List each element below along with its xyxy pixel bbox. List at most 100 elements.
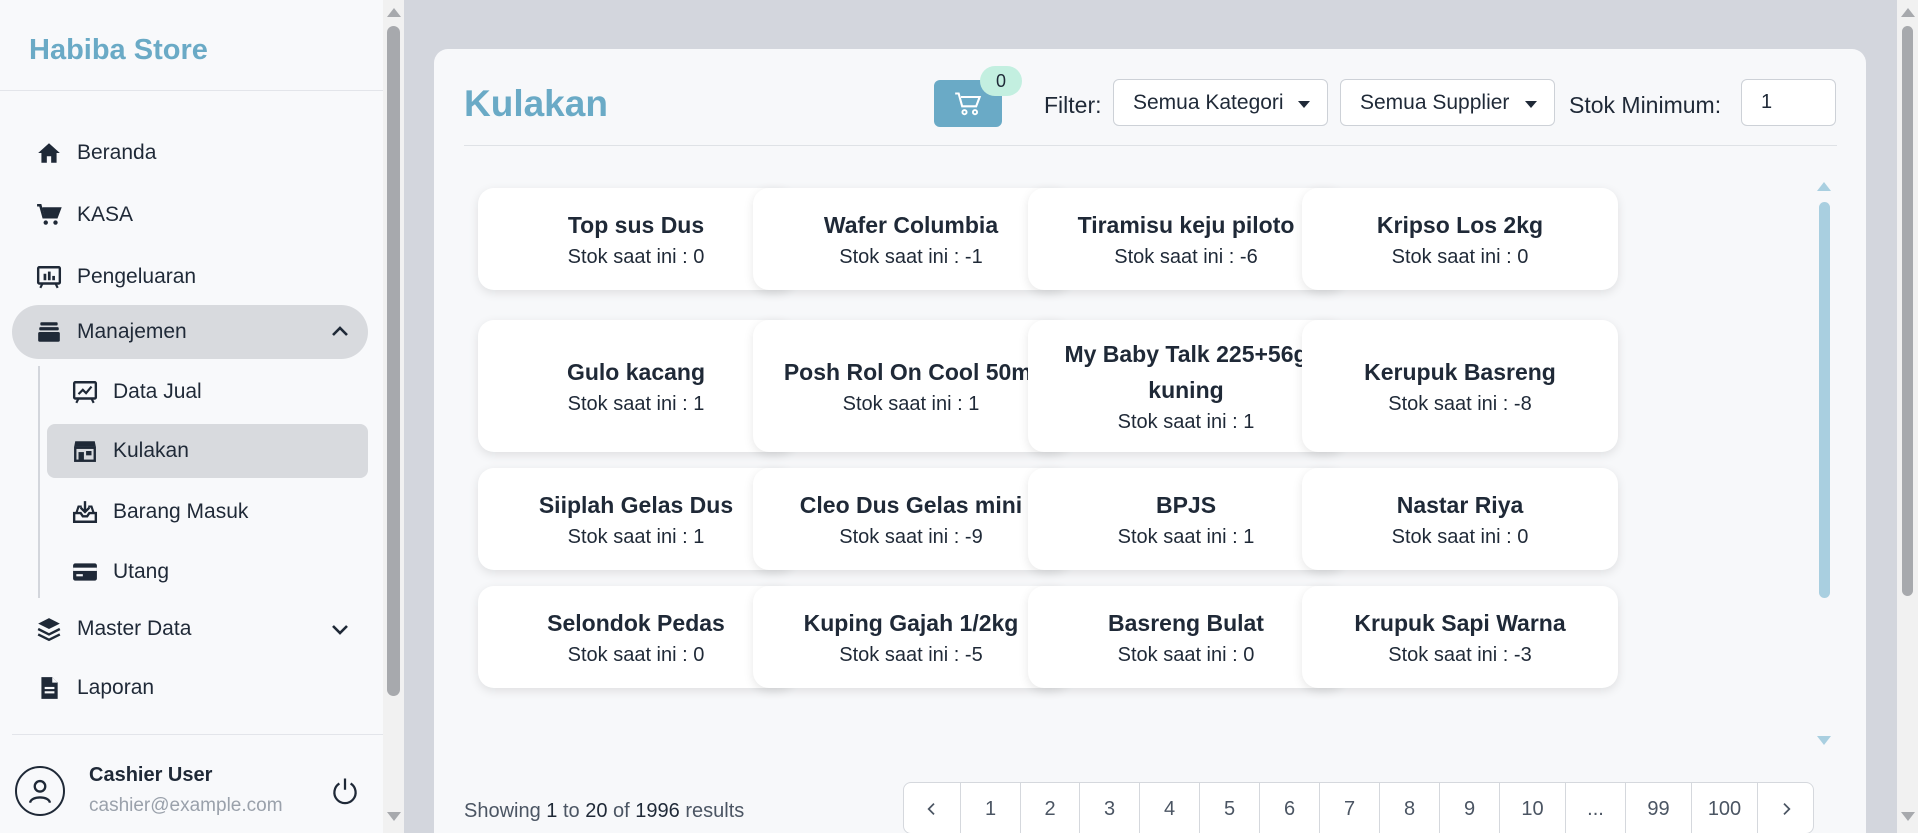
product-grid-scrollbar-thumb[interactable] xyxy=(1819,202,1830,598)
product-stock-label: Stok saat ini : xyxy=(842,393,969,415)
avatar[interactable] xyxy=(15,766,65,816)
page-button[interactable]: 9 xyxy=(1439,783,1499,833)
results-total: 1996 xyxy=(635,800,680,822)
product-card[interactable]: Siiplah Gelas Dus Stok saat ini : 1 xyxy=(478,468,794,570)
cart-icon xyxy=(35,201,63,229)
product-card[interactable]: BPJS Stok saat ini : 1 xyxy=(1028,468,1344,570)
sidebar-scrollbar-thumb[interactable] xyxy=(387,26,400,696)
sidebar-item-data-jual[interactable]: Data Jual xyxy=(47,365,368,419)
page-button[interactable]: 10 xyxy=(1499,783,1565,833)
category-select-value: Semua Kategori xyxy=(1133,90,1284,114)
product-card[interactable]: Basreng Bulat Stok saat ini : 0 xyxy=(1028,586,1344,688)
filter-label: Filter: xyxy=(1044,92,1102,118)
product-card[interactable]: My Baby Talk 225+56g kuning Stok saat ini… xyxy=(1028,320,1344,452)
product-stock-value: -1 xyxy=(964,246,983,268)
sidebar-item-utang[interactable]: Utang xyxy=(47,545,368,599)
stock-minimum-input[interactable] xyxy=(1741,79,1836,126)
sidebar-item-kulakan[interactable]: Kulakan xyxy=(47,424,368,478)
sidebar-item-label: Manajemen xyxy=(77,320,187,343)
product-stock-label: Stok saat ini : xyxy=(839,644,965,666)
next-page-button[interactable] xyxy=(1757,783,1813,833)
sidebar: Habiba Store Beranda KASA Pengeluaran Ma… xyxy=(0,0,404,833)
product-stock: Stok saat ini : 0 xyxy=(568,641,705,669)
sidebar-item-pengeluaran[interactable]: Pengeluaran xyxy=(12,250,368,304)
page-button[interactable]: 7 xyxy=(1319,783,1379,833)
sidebar-item-label: Pengeluaran xyxy=(77,265,197,288)
divider xyxy=(464,145,1837,146)
product-card[interactable]: Gulo kacang Stok saat ini : 1 xyxy=(478,320,794,452)
scroll-down-arrow[interactable] xyxy=(387,812,401,821)
scroll-up-arrow[interactable] xyxy=(1817,182,1831,191)
product-stock-value: -5 xyxy=(964,644,983,666)
product-card[interactable]: Cleo Dus Gelas mini Stok saat ini : -9 xyxy=(753,468,1069,570)
product-stock: Stok saat ini : -1 xyxy=(839,243,982,271)
product-stock-label: Stok saat ini : xyxy=(567,246,694,268)
product-name: Tiramisu keju piloto xyxy=(1077,212,1295,238)
sidebar-item-kasa[interactable]: KASA xyxy=(12,188,368,242)
supplier-select[interactable]: Semua Supplier xyxy=(1340,79,1555,126)
product-name: Cleo Dus Gelas mini xyxy=(799,492,1023,518)
category-select[interactable]: Semua Kategori xyxy=(1113,79,1328,126)
sidebar-item-master-data[interactable]: Master Data xyxy=(12,602,368,656)
page-button[interactable]: 5 xyxy=(1199,783,1259,833)
page-button[interactable]: 2 xyxy=(1020,783,1079,833)
product-name: My Baby Talk 225+56g kuning xyxy=(1064,341,1308,403)
product-name: Selondok Pedas xyxy=(547,610,725,636)
product-card[interactable]: Kripso Los 2kg Stok saat ini : 0 xyxy=(1302,188,1618,290)
page-button[interactable]: 99 xyxy=(1625,783,1691,833)
product-stock-label: Stok saat ini : xyxy=(567,526,694,548)
user-name: Cashier User xyxy=(89,764,213,786)
product-stock: Stok saat ini : -8 xyxy=(1388,390,1531,418)
product-name: Siiplah Gelas Dus xyxy=(538,492,734,518)
document-icon xyxy=(35,674,63,702)
product-card[interactable]: Selondok Pedas Stok saat ini : 0 xyxy=(478,586,794,688)
product-stock-label: Stok saat ini : xyxy=(1388,393,1514,415)
sidebar-item-label: Beranda xyxy=(77,141,157,164)
product-card[interactable]: Posh Rol On Cool 50ml Stok saat ini : 1 xyxy=(753,320,1069,452)
results-text: Showing xyxy=(464,800,541,822)
chart-board-icon xyxy=(35,263,63,291)
scroll-down-arrow[interactable] xyxy=(1901,812,1915,821)
sidebar-item-label: Data Jual xyxy=(113,380,202,403)
product-name: Gulo kacang xyxy=(566,359,706,385)
submenu-guide-line xyxy=(38,366,40,598)
product-name: BPJS xyxy=(1155,492,1217,518)
product-stock-value: 0 xyxy=(1517,246,1529,268)
product-stock: Stok saat ini : 0 xyxy=(1392,523,1529,551)
brand-title[interactable]: Habiba Store xyxy=(29,34,208,67)
product-stock: Stok saat ini : 1 xyxy=(843,390,980,418)
sidebar-item-beranda[interactable]: Beranda xyxy=(12,126,368,180)
divider xyxy=(0,90,383,91)
product-card[interactable]: Kerupuk Basreng Stok saat ini : -8 xyxy=(1302,320,1618,452)
page-ellipsis: ... xyxy=(1565,783,1625,833)
product-card[interactable]: Tiramisu keju piloto Stok saat ini : -6 xyxy=(1028,188,1344,290)
product-card[interactable]: Nastar Riya Stok saat ini : 0 xyxy=(1302,468,1618,570)
sidebar-item-laporan[interactable]: Laporan xyxy=(12,661,368,715)
product-card[interactable]: Kuping Gajah 1/2kg Stok saat ini : -5 xyxy=(753,586,1069,688)
sidebar-item-barang-masuk[interactable]: Barang Masuk xyxy=(47,485,368,539)
sidebar-item-manajemen[interactable]: Manajemen xyxy=(12,305,368,359)
chevron-down-icon xyxy=(332,625,348,635)
supplier-select-value: Semua Supplier xyxy=(1360,90,1510,114)
page-button[interactable]: 3 xyxy=(1079,783,1139,833)
product-card[interactable]: Krupuk Sapi Warna Stok saat ini : -3 xyxy=(1302,586,1618,688)
page-button[interactable]: 1 xyxy=(960,783,1020,833)
product-stock-value: 1 xyxy=(968,393,980,415)
page-button[interactable]: 4 xyxy=(1139,783,1199,833)
page-button[interactable]: 6 xyxy=(1259,783,1319,833)
scroll-down-arrow[interactable] xyxy=(1817,736,1831,745)
product-card[interactable]: Wafer Columbia Stok saat ini : -1 xyxy=(753,188,1069,290)
sidebar-item-label: Utang xyxy=(113,560,170,583)
product-card[interactable]: Top sus Dus Stok saat ini : 0 xyxy=(478,188,794,290)
results-text: to xyxy=(562,800,580,822)
window-scrollbar-thumb[interactable] xyxy=(1902,26,1913,596)
product-stock-value: 1 xyxy=(1243,411,1255,433)
scroll-up-arrow[interactable] xyxy=(387,8,401,17)
page-button[interactable]: 8 xyxy=(1379,783,1439,833)
prev-page-button[interactable] xyxy=(904,783,960,833)
power-icon[interactable] xyxy=(330,776,360,806)
results-from: 1 xyxy=(546,800,558,822)
scroll-up-arrow[interactable] xyxy=(1901,8,1915,17)
page-button[interactable]: 100 xyxy=(1691,783,1757,833)
caret-down-icon xyxy=(1525,101,1537,108)
